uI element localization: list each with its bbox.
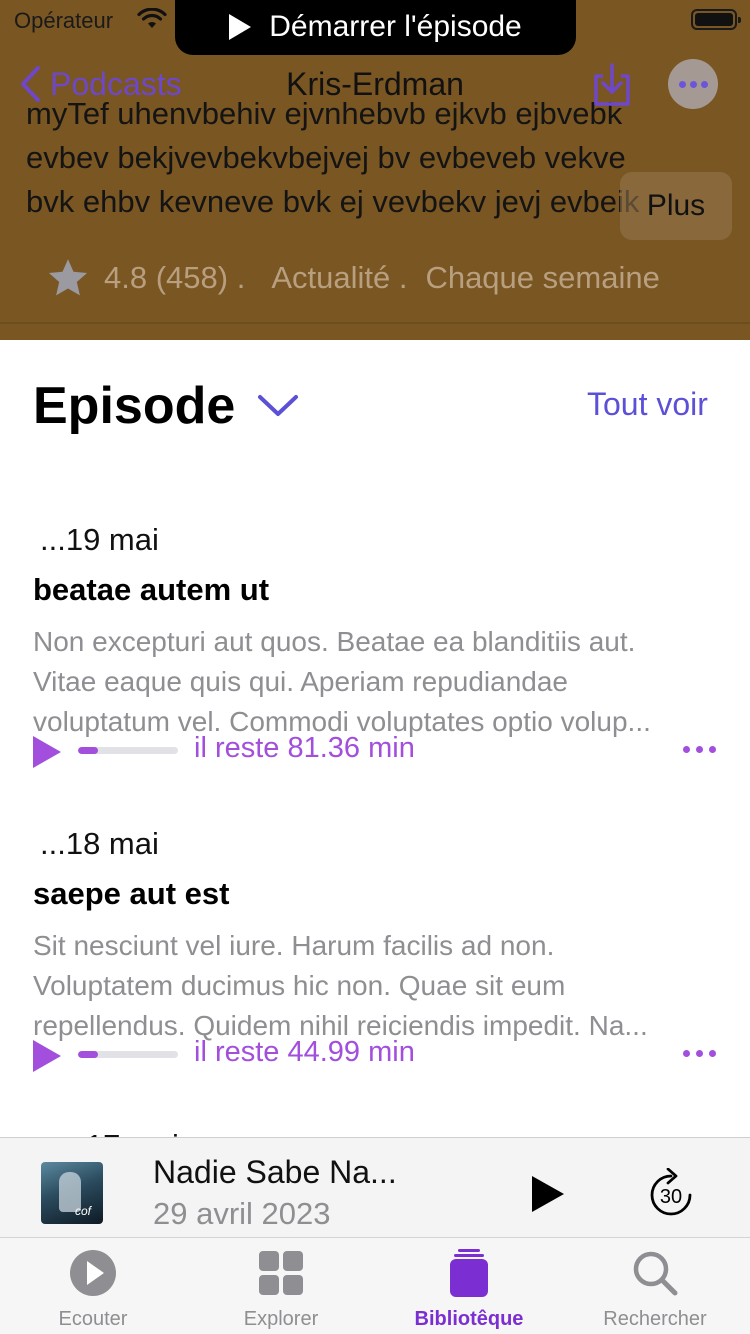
episode-more-icon[interactable] xyxy=(683,746,716,753)
grid-icon xyxy=(259,1251,303,1295)
svg-text:30: 30 xyxy=(660,1186,682,1208)
tab-label: Rechercher xyxy=(603,1308,707,1330)
episode-progress xyxy=(78,747,178,754)
episode-controls: il reste 44.99 min xyxy=(33,1036,723,1072)
search-icon xyxy=(633,1251,678,1296)
download-icon[interactable] xyxy=(591,62,633,108)
wifi-icon xyxy=(137,8,167,28)
episode-title: beatae autem ut xyxy=(33,572,270,607)
podcast-meta: 4.8 (458) . Actualité . Chaque semaine xyxy=(46,256,660,300)
battery-icon xyxy=(691,9,741,30)
episode-more-icon[interactable] xyxy=(683,1050,716,1057)
chevron-down-icon[interactable] xyxy=(256,390,300,420)
episode-artwork: cof xyxy=(41,1162,103,1224)
tab-explorer[interactable]: Explorer xyxy=(201,1248,361,1331)
mini-player-title: Nadie Sabe Na... xyxy=(153,1154,397,1190)
play-icon xyxy=(229,13,252,40)
episode-controls: il reste 81.36 min xyxy=(33,732,723,768)
play-icon[interactable] xyxy=(532,1176,564,1212)
see-all-link[interactable]: Tout voir xyxy=(587,386,708,423)
tab-ecouter[interactable]: Ecouter xyxy=(13,1248,173,1331)
category-label: Actualité . xyxy=(271,260,408,295)
tab-label: Ecouter xyxy=(58,1308,128,1330)
play-icon[interactable] xyxy=(33,1040,61,1072)
more-options-button[interactable] xyxy=(668,59,718,109)
tab-label: Explorer xyxy=(243,1308,319,1330)
section-title: Episode xyxy=(33,377,236,435)
carrier-label: Opérateur xyxy=(14,8,114,33)
episode-description: Sit nesciunt vel iure. Harum facilis ad … xyxy=(33,930,648,1041)
tab-bibliotheque[interactable]: Bibliotêque xyxy=(389,1248,549,1331)
episode-remaining: il reste 81.36 min xyxy=(194,732,415,764)
tab-bar: Ecouter Explorer Bibliotêque Rechercher xyxy=(0,1237,750,1334)
episode-date: ...18 mai xyxy=(40,826,159,861)
start-episode-button[interactable]: Démarrer l'épisode xyxy=(175,0,576,55)
play-circle-icon xyxy=(70,1250,116,1296)
more-description-button[interactable]: Plus xyxy=(620,172,732,240)
episode-description: Non excepturi aut quos. Beatae ea blandi… xyxy=(33,626,651,737)
mini-player-date: 29 avril 2023 xyxy=(153,1196,331,1231)
header-divider xyxy=(0,322,750,324)
star-icon xyxy=(48,259,88,296)
tab-label: Bibliotêque xyxy=(414,1308,524,1330)
rating-label: 4.8 (458) . xyxy=(104,260,246,295)
mini-player[interactable]: cof Nadie Sabe Na... 29 avril 2023 30 xyxy=(0,1137,750,1237)
episode-title: saepe aut est xyxy=(33,876,230,911)
episode-remaining: il reste 44.99 min xyxy=(194,1036,415,1068)
episode-date: ...19 mai xyxy=(40,522,159,557)
play-icon[interactable] xyxy=(33,736,61,768)
podcast-header: Opérateur Podcasts Kris-Erdman myTef uhe… xyxy=(0,0,750,340)
episode-progress xyxy=(78,1051,178,1058)
tab-rechercher[interactable]: Rechercher xyxy=(575,1248,735,1331)
library-icon xyxy=(450,1249,488,1297)
skip-forward-30-icon[interactable]: 30 xyxy=(648,1168,694,1218)
frequency-label: Chaque semaine xyxy=(425,260,660,295)
start-episode-label: Démarrer l'épisode xyxy=(269,9,522,43)
